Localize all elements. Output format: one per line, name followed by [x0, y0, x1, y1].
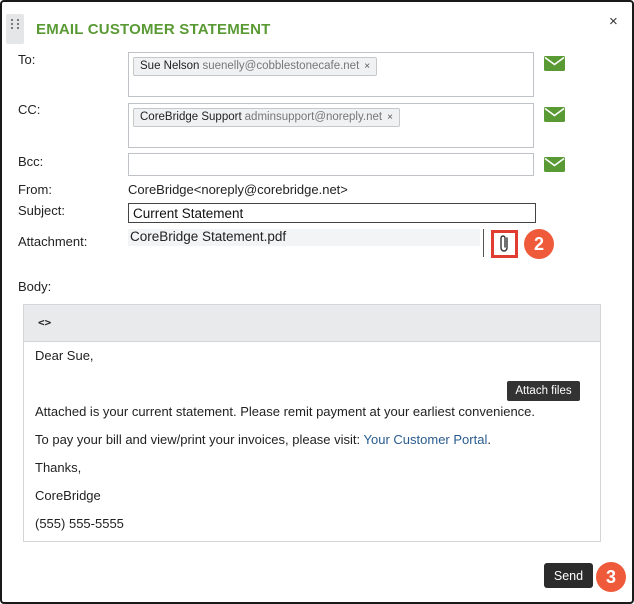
body-signature: CoreBridge [35, 488, 101, 503]
cc-label: CC: [18, 102, 41, 117]
to-field[interactable]: Sue Nelson suenelly@cobblestonecafe.net × [128, 52, 534, 97]
step-callout-badge: 2 [524, 229, 554, 259]
portal-line-end: . [487, 432, 491, 447]
attachment-filename: CoreBridge Statement.pdf [128, 229, 480, 246]
dialog-title: EMAIL CUSTOMER STATEMENT [36, 21, 271, 38]
attach-files-button[interactable] [491, 230, 518, 258]
send-button[interactable]: Send [544, 563, 593, 588]
body-editor[interactable]: <> Dear Sue, Attached is your current st… [23, 304, 601, 542]
bcc-field[interactable] [128, 153, 534, 176]
to-label: To: [18, 52, 36, 67]
body-greeting: Dear Sue, [35, 348, 94, 363]
attach-files-tooltip: Attach files [507, 381, 580, 401]
body-label: Body: [18, 279, 52, 294]
grip-icon[interactable] [6, 14, 24, 44]
recipient-name: Sue Nelson [140, 60, 200, 72]
remove-recipient-icon[interactable]: × [364, 61, 370, 72]
envelope-icon[interactable] [544, 56, 565, 71]
cc-recipient-email: adminsupport@noreply.net [244, 111, 383, 123]
bcc-label: Bcc: [18, 154, 44, 169]
editor-toolbar: <> [24, 305, 600, 342]
customer-portal-link[interactable]: Your Customer Portal [364, 432, 488, 447]
recipient-email: suenelly@cobblestonecafe.net [202, 60, 360, 72]
close-icon[interactable]: × [609, 13, 618, 30]
envelope-icon[interactable] [544, 157, 565, 172]
attachment-divider [483, 229, 484, 257]
cc-recipient-name: CoreBridge Support [140, 111, 242, 123]
subject-label: Subject: [18, 203, 65, 218]
cc-field[interactable]: CoreBridge Support adminsupport@noreply.n… [128, 103, 534, 148]
envelope-icon[interactable] [544, 107, 565, 122]
subject-input[interactable] [128, 203, 536, 223]
body-portal-line: To pay your bill and view/print your inv… [35, 432, 491, 447]
step-callout-badge: 3 [596, 562, 626, 592]
cc-recipient-chip: CoreBridge Support adminsupport@noreply.n… [133, 108, 400, 127]
dialog-titlebar: EMAIL CUSTOMER STATEMENT × [2, 2, 632, 44]
remove-cc-recipient-icon[interactable]: × [387, 112, 393, 123]
body-thanks: Thanks, [35, 460, 82, 475]
paperclip-icon [500, 235, 508, 252]
email-statement-dialog: EMAIL CUSTOMER STATEMENT × To: Sue Nelso… [0, 0, 634, 604]
code-view-button[interactable]: <> [38, 316, 51, 329]
recipient-chip: Sue Nelson suenelly@cobblestonecafe.net × [133, 57, 378, 76]
body-phone: (555) 555-5555 [35, 516, 124, 531]
body-statement-line: Attached is your current statement. Plea… [35, 404, 536, 419]
from-value: CoreBridge<noreply@corebridge.net> [128, 182, 348, 197]
from-label: From: [18, 182, 52, 197]
attachment-label: Attachment: [18, 234, 88, 249]
portal-line-text: To pay your bill and view/print your inv… [35, 432, 364, 447]
